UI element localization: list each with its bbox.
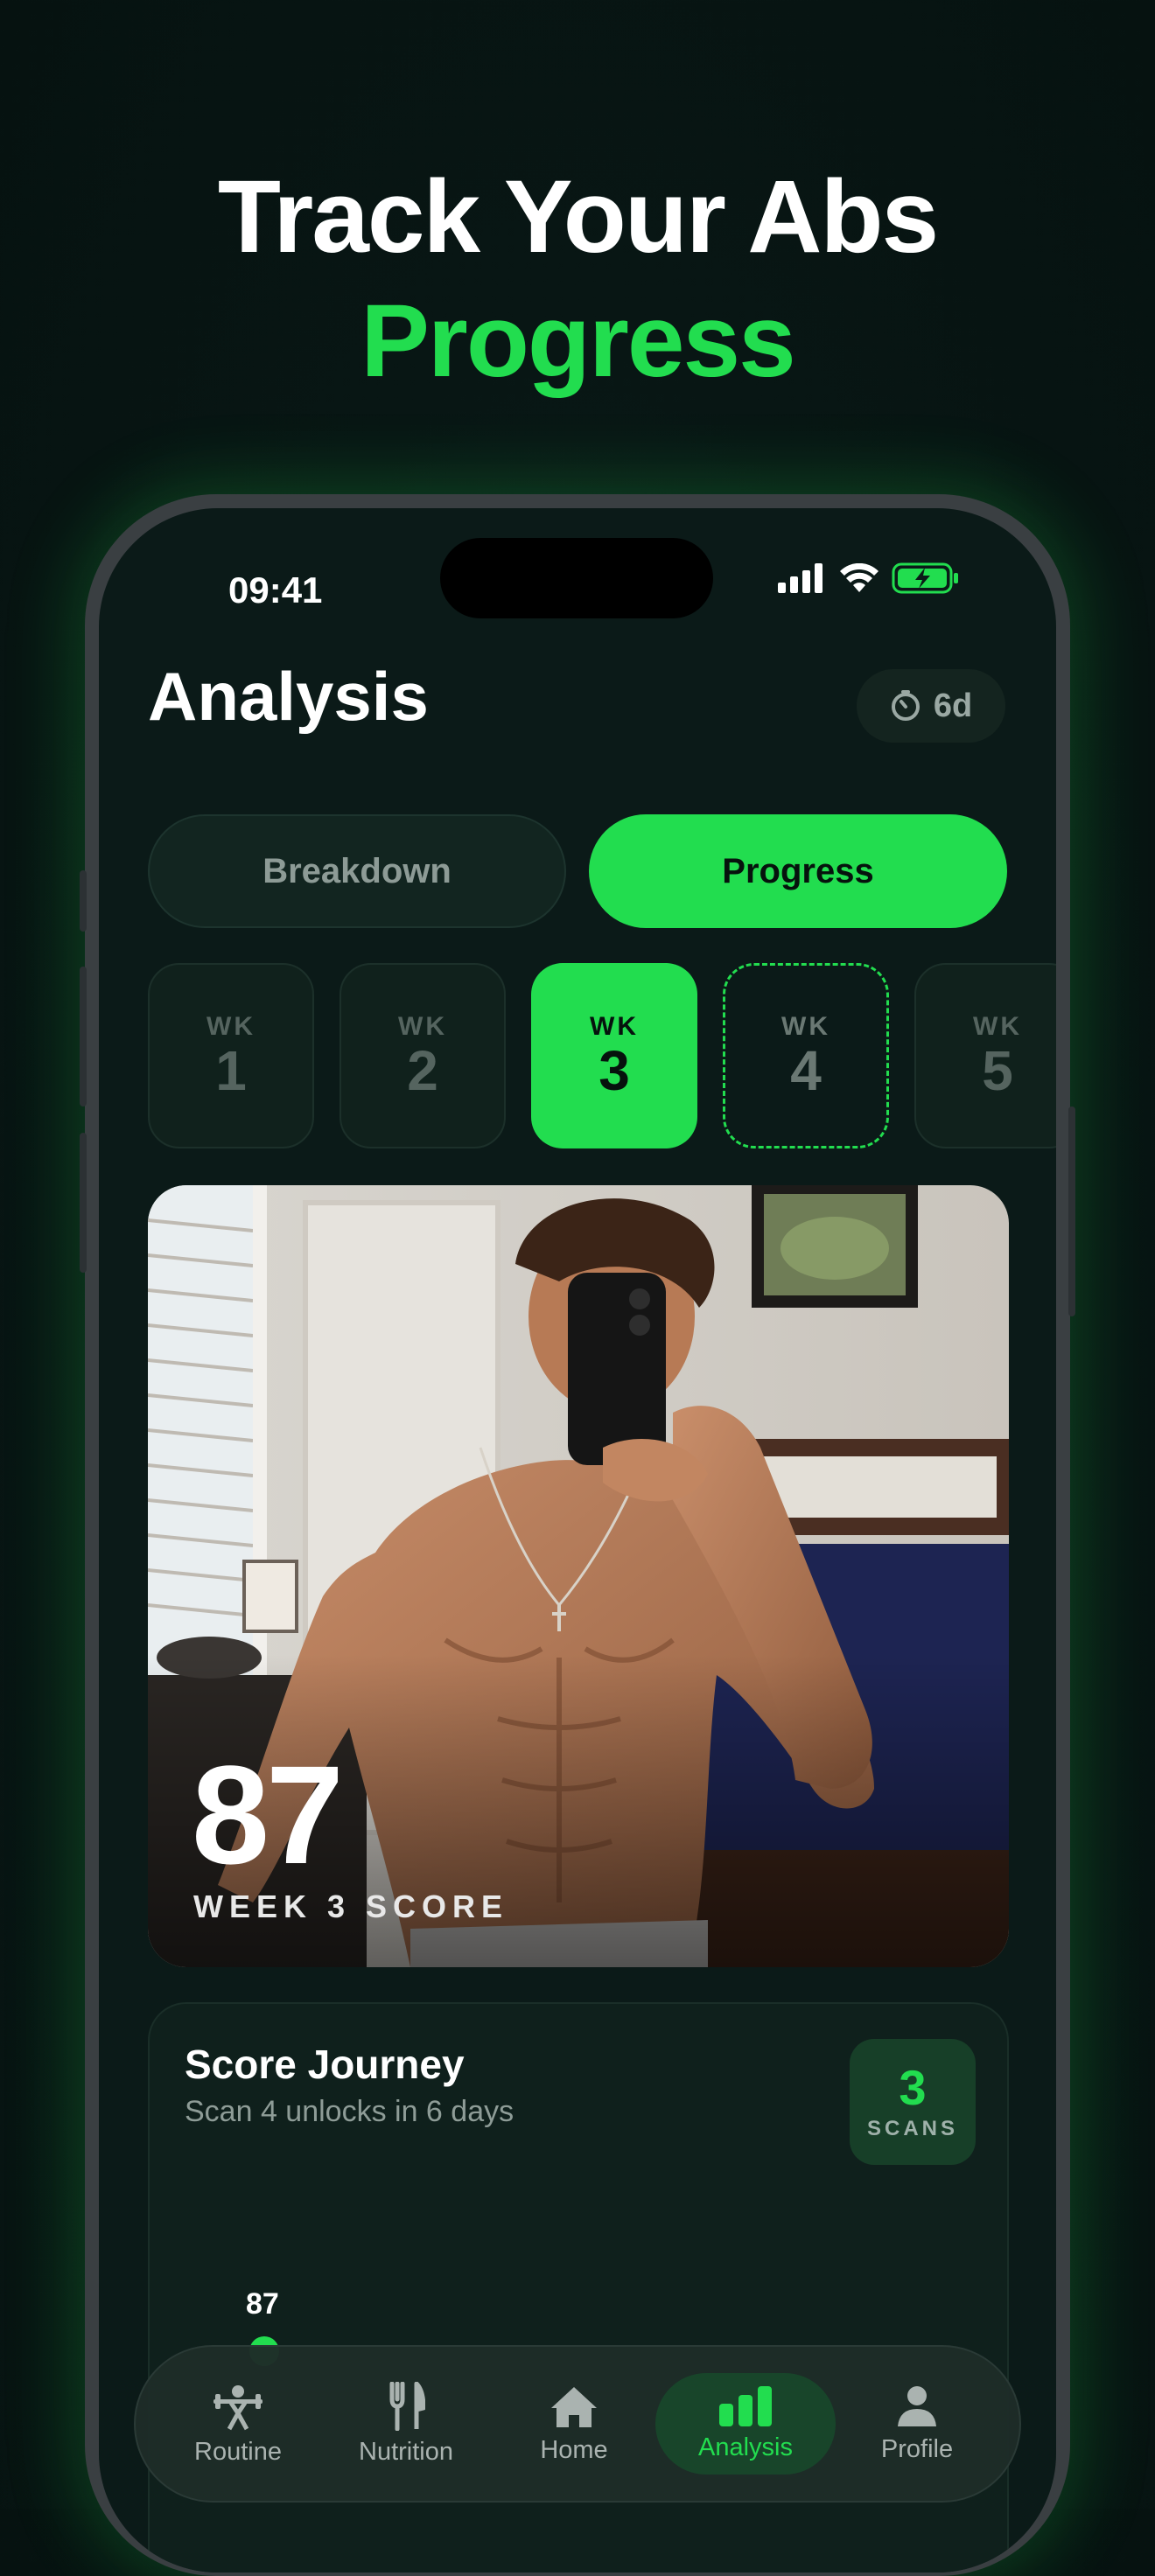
status-time: 09:41 xyxy=(228,569,323,611)
wifi-icon xyxy=(840,563,878,592)
week-chip-5[interactable]: WK 5 xyxy=(914,963,1056,1148)
week-label: WK xyxy=(781,1012,830,1041)
week-number: 5 xyxy=(982,1039,1013,1102)
fork-knife-icon xyxy=(389,2381,425,2431)
week-chip-3[interactable]: WK 3 xyxy=(531,963,697,1148)
weightlifter-icon xyxy=(214,2384,262,2430)
week-chip-2[interactable]: WK 2 xyxy=(340,963,506,1148)
journey-subtitle: Scan 4 unlocks in 6 days xyxy=(185,2095,514,2128)
week-number: 1 xyxy=(215,1039,247,1102)
tab-label: Nutrition xyxy=(359,2437,453,2466)
tab-analysis[interactable]: Analysis xyxy=(655,2373,836,2475)
tab-breakdown[interactable]: Breakdown xyxy=(148,814,566,928)
phone-action-button xyxy=(80,870,87,932)
week-chip-4[interactable]: WK 4 xyxy=(723,963,889,1148)
battery-charging-icon xyxy=(892,562,958,594)
journey-point-label: 87 xyxy=(246,2287,279,2321)
week-number: 4 xyxy=(790,1039,822,1102)
status-icons xyxy=(778,562,960,594)
phone-frame: 09:41 Analysis 6d Breakdown Progress WK … xyxy=(80,494,1075,2576)
timer-icon xyxy=(891,690,920,721)
cellular-icon xyxy=(778,563,822,593)
phone-volume-down-button xyxy=(80,1133,87,1273)
tab-profile[interactable]: Profile xyxy=(834,2359,1000,2489)
week-label: WK xyxy=(206,1012,256,1041)
scans-label: SCANS xyxy=(866,2117,958,2140)
home-icon xyxy=(551,2386,597,2427)
dynamic-island xyxy=(440,538,713,618)
bar-chart-icon xyxy=(719,2385,772,2426)
journey-title: Score Journey xyxy=(185,2042,465,2087)
phone-volume-up-button xyxy=(80,967,87,1106)
week-number: 3 xyxy=(598,1039,630,1102)
scans-badge: 3 SCANS xyxy=(850,2039,976,2165)
week-chip-1[interactable]: WK 1 xyxy=(148,963,314,1148)
scan-timer-pill[interactable]: 6d xyxy=(857,669,1005,743)
tab-label: Home xyxy=(540,2435,608,2464)
week-score-caption: WEEK 3 SCORE xyxy=(193,1888,509,1924)
tab-label: Profile xyxy=(880,2434,954,2463)
tab-progress[interactable]: Progress xyxy=(589,814,1007,928)
bottom-tab-bar: Routine Nutrition Home Analysis Profile xyxy=(134,2345,1021,2503)
tab-label: Analysis xyxy=(698,2433,793,2461)
progress-photo-card[interactable]: 87 WEEK 3 SCORE xyxy=(148,1185,1009,1967)
week-score-value: 87 xyxy=(192,1736,344,1893)
week-number: 2 xyxy=(407,1039,438,1102)
tab-label: Routine xyxy=(194,2437,282,2466)
person-icon xyxy=(898,2385,936,2426)
page-title: Analysis xyxy=(148,658,429,735)
week-label: WK xyxy=(590,1012,639,1041)
app-screen: 09:41 Analysis 6d Breakdown Progress WK … xyxy=(99,508,1056,2573)
hero-title-line1: Track Your Abs xyxy=(217,159,939,275)
scans-count: 3 xyxy=(899,2060,927,2115)
tab-routine[interactable]: Routine xyxy=(155,2359,321,2489)
hero-title-line2: Progress xyxy=(360,283,796,399)
week-selector: WK 1 WK 2 WK 3 WK 4 WK 5 xyxy=(148,963,1056,1152)
timer-label: 6d xyxy=(933,687,973,724)
tab-nutrition[interactable]: Nutrition xyxy=(323,2359,489,2489)
week-label: WK xyxy=(973,1012,1022,1041)
week-label: WK xyxy=(398,1012,447,1041)
phone-power-button xyxy=(1068,1106,1075,1316)
tab-home[interactable]: Home xyxy=(491,2359,657,2489)
